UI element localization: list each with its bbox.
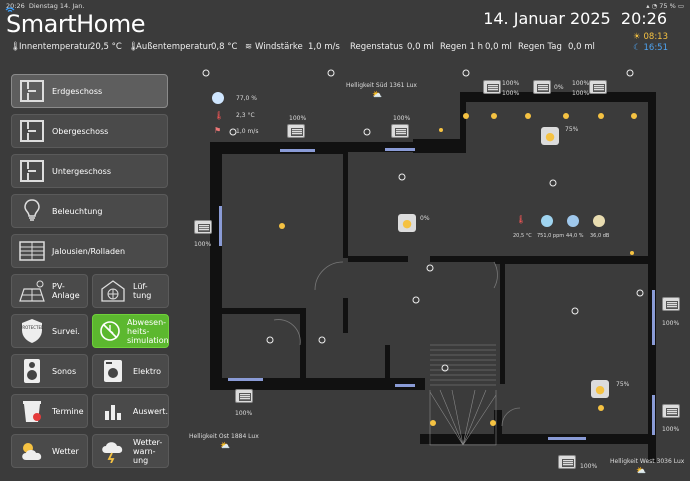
- shutter-button[interactable]: [558, 455, 576, 469]
- shutter-button[interactable]: [194, 220, 212, 234]
- shutter-value: 100%: [662, 426, 680, 433]
- shutter-value: 100%: [572, 90, 590, 97]
- windows: [219, 148, 655, 440]
- brightness-west: Helligkeit West 3036 Lux: [610, 458, 685, 465]
- shutter-value: 100%: [235, 410, 253, 417]
- windsock-icon: ⚑: [214, 126, 222, 135]
- stairs: [429, 344, 497, 446]
- lightbulb-icon: ●: [595, 382, 605, 396]
- humidity-icon: [212, 92, 224, 104]
- shutter-button[interactable]: [287, 124, 305, 138]
- shutter-value: 0%: [554, 84, 564, 91]
- shutter-value: 100%: [662, 320, 680, 327]
- shutter-value: 100%: [289, 115, 307, 122]
- lightbulb-icon: ●: [545, 129, 555, 143]
- dimmer-light-button[interactable]: ●: [591, 380, 609, 398]
- dimmer-value: 75%: [616, 381, 630, 388]
- room-temp: 20,5 °C: [513, 233, 532, 239]
- brightness-east: Helligkeit Ost 1884 Lux: [189, 433, 259, 440]
- shutter-value: 100%: [572, 80, 590, 87]
- shutter-button[interactable]: [533, 80, 551, 94]
- walls: [210, 92, 656, 462]
- sun-cloud-icon: ⛅: [220, 441, 230, 450]
- outdoor-humidity: 77,0 %: [236, 95, 257, 102]
- co2-icon: [541, 215, 553, 227]
- shutter-button[interactable]: [662, 404, 680, 418]
- shutter-value: 100%: [194, 241, 212, 248]
- thermometer-icon: 🌡: [214, 111, 225, 120]
- shutter-value: 100%: [580, 463, 598, 470]
- humidity-icon: [567, 215, 579, 227]
- sun-cloud-icon: ⛅: [372, 90, 382, 99]
- thermometer-icon: 🌡: [516, 215, 527, 224]
- room-noise: 36,0 dB: [590, 233, 610, 239]
- outdoor-temp: 2,3 °C: [236, 112, 255, 119]
- room-humidity: 44,0 %: [566, 233, 584, 239]
- shutter-button[interactable]: [391, 124, 409, 138]
- dimmer-value: 75%: [565, 126, 579, 133]
- dimmer-value: 0%: [420, 215, 430, 222]
- outdoor-wind: 1,0 m/s: [236, 128, 259, 135]
- doors: [273, 261, 521, 427]
- floor-plan: [202, 69, 656, 462]
- room-co2: 751,0 ppm: [537, 233, 565, 239]
- shutter-button[interactable]: [589, 80, 607, 94]
- shutter-button[interactable]: [662, 297, 680, 311]
- dimmer-light-button[interactable]: ●: [398, 214, 416, 232]
- brightness-south: Helligkeit Süd 1361 Lux: [346, 82, 417, 89]
- lightbulb-icon: ●: [402, 216, 412, 230]
- sun-cloud-icon: ⛅: [636, 466, 646, 475]
- noise-icon: [593, 215, 605, 227]
- shutter-value: 100%: [393, 115, 411, 122]
- shutter-value: 100%: [502, 80, 520, 87]
- dimmer-light-button[interactable]: ●: [541, 127, 559, 145]
- shutter-button[interactable]: [235, 389, 253, 403]
- shutter-value: 100%: [502, 90, 520, 97]
- shutter-button[interactable]: [483, 80, 501, 94]
